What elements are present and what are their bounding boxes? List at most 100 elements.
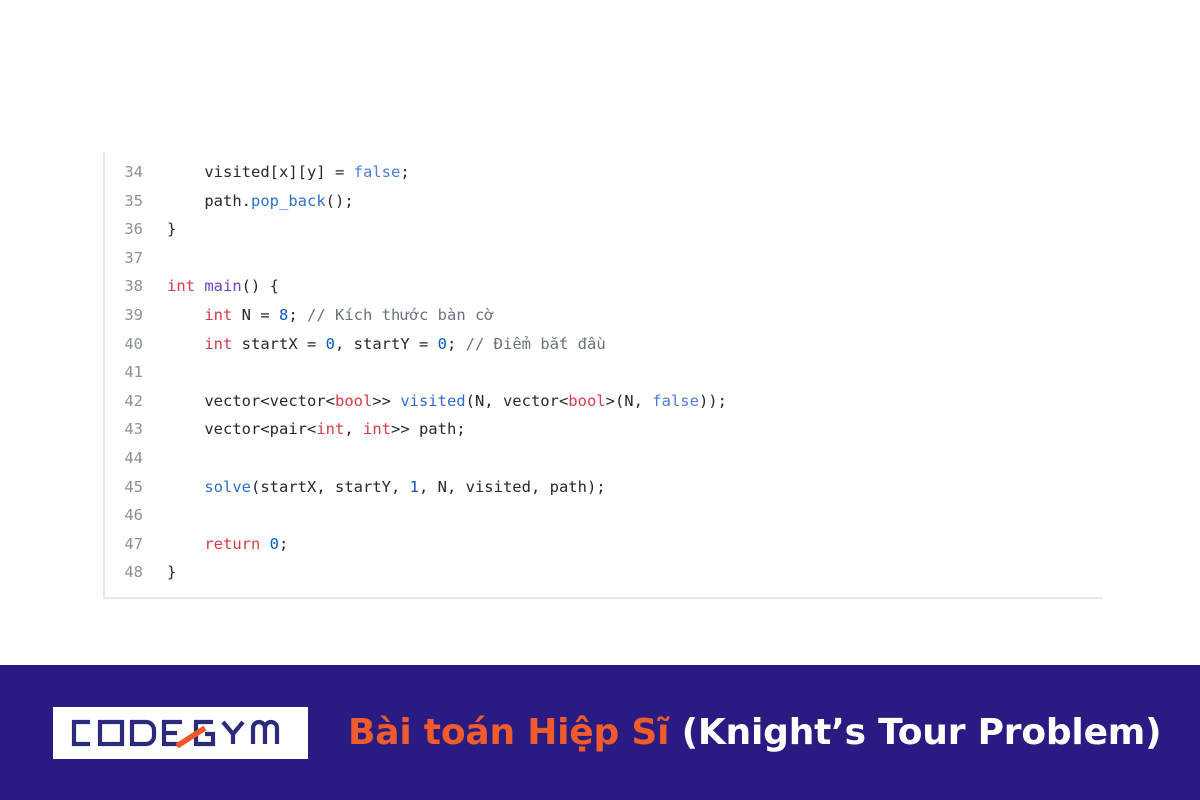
line-number: 42 [124, 391, 143, 410]
code-line: 48} [105, 558, 1103, 587]
line-content: int main() { [167, 272, 279, 301]
line-number: 40 [124, 334, 143, 353]
code-token: } [167, 563, 177, 582]
line-content: } [167, 558, 176, 587]
code-token: return [204, 534, 261, 553]
code-token: pop_back [251, 191, 326, 210]
codegym-logo-mark [71, 719, 279, 748]
banner-title: Bài toán Hiệp Sĩ (Knight’s Tour Problem) [348, 711, 1162, 753]
line-number: 36 [124, 220, 143, 239]
code-token: )); [698, 391, 727, 410]
code-token: 0 [325, 334, 335, 353]
line-number: 43 [124, 420, 143, 439]
code-token: N = [232, 305, 279, 324]
code-token: (); [325, 191, 354, 210]
code-token: ; [400, 163, 410, 181]
line-number: 45 [124, 477, 143, 496]
code-token: startX = [232, 334, 326, 353]
codegym-logo [53, 706, 308, 759]
code-line: 44 [105, 444, 1103, 473]
code-token: (N, vector< [465, 391, 569, 410]
code-token: ; [279, 534, 289, 553]
line-number: 39 [124, 305, 143, 324]
line-content: path.pop_back(); [167, 187, 354, 216]
code-token: , N, visited, path); [418, 477, 606, 496]
line-number: 34 [124, 163, 143, 181]
code-token: , startY = [335, 334, 438, 353]
footer-banner: Bài toán Hiệp Sĩ (Knight’s Tour Problem) [0, 665, 1200, 800]
line-content: visited[x][y] = false; [167, 158, 410, 187]
code-lines: 34 visited[x][y] = false; 35 path.pop_bac… [105, 158, 1103, 587]
code-line: 35 path.pop_back(); [105, 187, 1103, 216]
banner-title-vietnamese: Bài toán Hiệp Sĩ [348, 711, 670, 753]
line-content: int startX = 0, startY = 0; // Điểm bắt … [167, 330, 606, 359]
code-token: , [344, 420, 363, 439]
code-token: 0 [269, 534, 280, 553]
code-line: 47 return 0; [105, 530, 1103, 559]
code-token: 8 [279, 305, 289, 324]
code-token: } [167, 220, 177, 239]
code-line: 34 visited[x][y] = false; [105, 158, 1103, 187]
code-token: vector<pair< [167, 420, 317, 439]
code-token: int [204, 334, 233, 353]
code-line: 41 [105, 358, 1103, 387]
line-number: 46 [124, 506, 143, 525]
code-token: int [204, 305, 233, 324]
code-line: 46 [105, 501, 1103, 530]
code-token: >> [372, 391, 401, 410]
code-line: 39 int N = 8; // Kích thước bàn cờ [105, 301, 1103, 330]
line-content: vector<pair<int, int>> path; [167, 415, 466, 444]
code-line: 37 [105, 244, 1103, 273]
code-line: 38 int main() { [105, 272, 1103, 301]
code-token: vector<vector< [167, 391, 335, 410]
code-token: visited[x][y] = [167, 163, 354, 181]
code-line: 40 int startX = 0, startY = 0; // Điểm b… [105, 330, 1103, 359]
code-line: 36} [105, 215, 1103, 244]
page-content: 34 visited[x][y] = false; 35 path.pop_bac… [0, 0, 1200, 665]
code-token: () { [241, 277, 279, 296]
line-content: return 0; [167, 530, 288, 559]
line-content: } [167, 215, 176, 244]
code-token: solve [204, 477, 251, 496]
code-line: 43 vector<pair<int, int>> path; [105, 415, 1103, 444]
line-number: 41 [124, 363, 143, 382]
code-token: bool [568, 391, 606, 410]
code-token: >> path; [390, 420, 466, 439]
line-number: 44 [124, 448, 143, 467]
code-line: 45 solve(startX, startY, 1, N, visited, … [105, 473, 1103, 502]
code-token: int [167, 277, 195, 296]
code-token: 0 [437, 334, 447, 353]
code-token: // Điểm bắt đầu [465, 334, 606, 353]
code-token: int [362, 420, 391, 439]
code-token: 1 [409, 477, 419, 496]
code-token: bool [334, 391, 373, 410]
line-content: vector<vector<bool>> visited(N, vector<b… [167, 387, 727, 416]
line-content: solve(startX, startY, 1, N, visited, pat… [167, 473, 606, 502]
line-number: 47 [124, 534, 143, 553]
code-line: 42 vector<vector<bool>> visited(N, vecto… [105, 387, 1103, 416]
code-block: 34 visited[x][y] = false; 35 path.pop_bac… [103, 152, 1103, 599]
code-token: (startX, startY, [251, 477, 410, 496]
line-number: 35 [124, 191, 143, 210]
banner-title-english: (Knight’s Tour Problem) [681, 711, 1162, 753]
line-number: 37 [124, 248, 143, 267]
code-token: main [204, 277, 242, 296]
code-token: path. [167, 191, 251, 210]
code-token: visited [400, 391, 466, 410]
code-token: ; [447, 334, 466, 353]
code-token: // Kích thước bàn cờ [307, 305, 494, 324]
code-token: false [652, 391, 699, 410]
line-content: int N = 8; // Kích thước bàn cờ [167, 301, 494, 330]
code-token: >(N, [605, 391, 653, 410]
code-token: int [316, 420, 345, 439]
line-number: 48 [124, 563, 143, 582]
code-token: false [353, 163, 401, 181]
line-number: 38 [124, 277, 143, 296]
code-token: ; [288, 305, 308, 324]
